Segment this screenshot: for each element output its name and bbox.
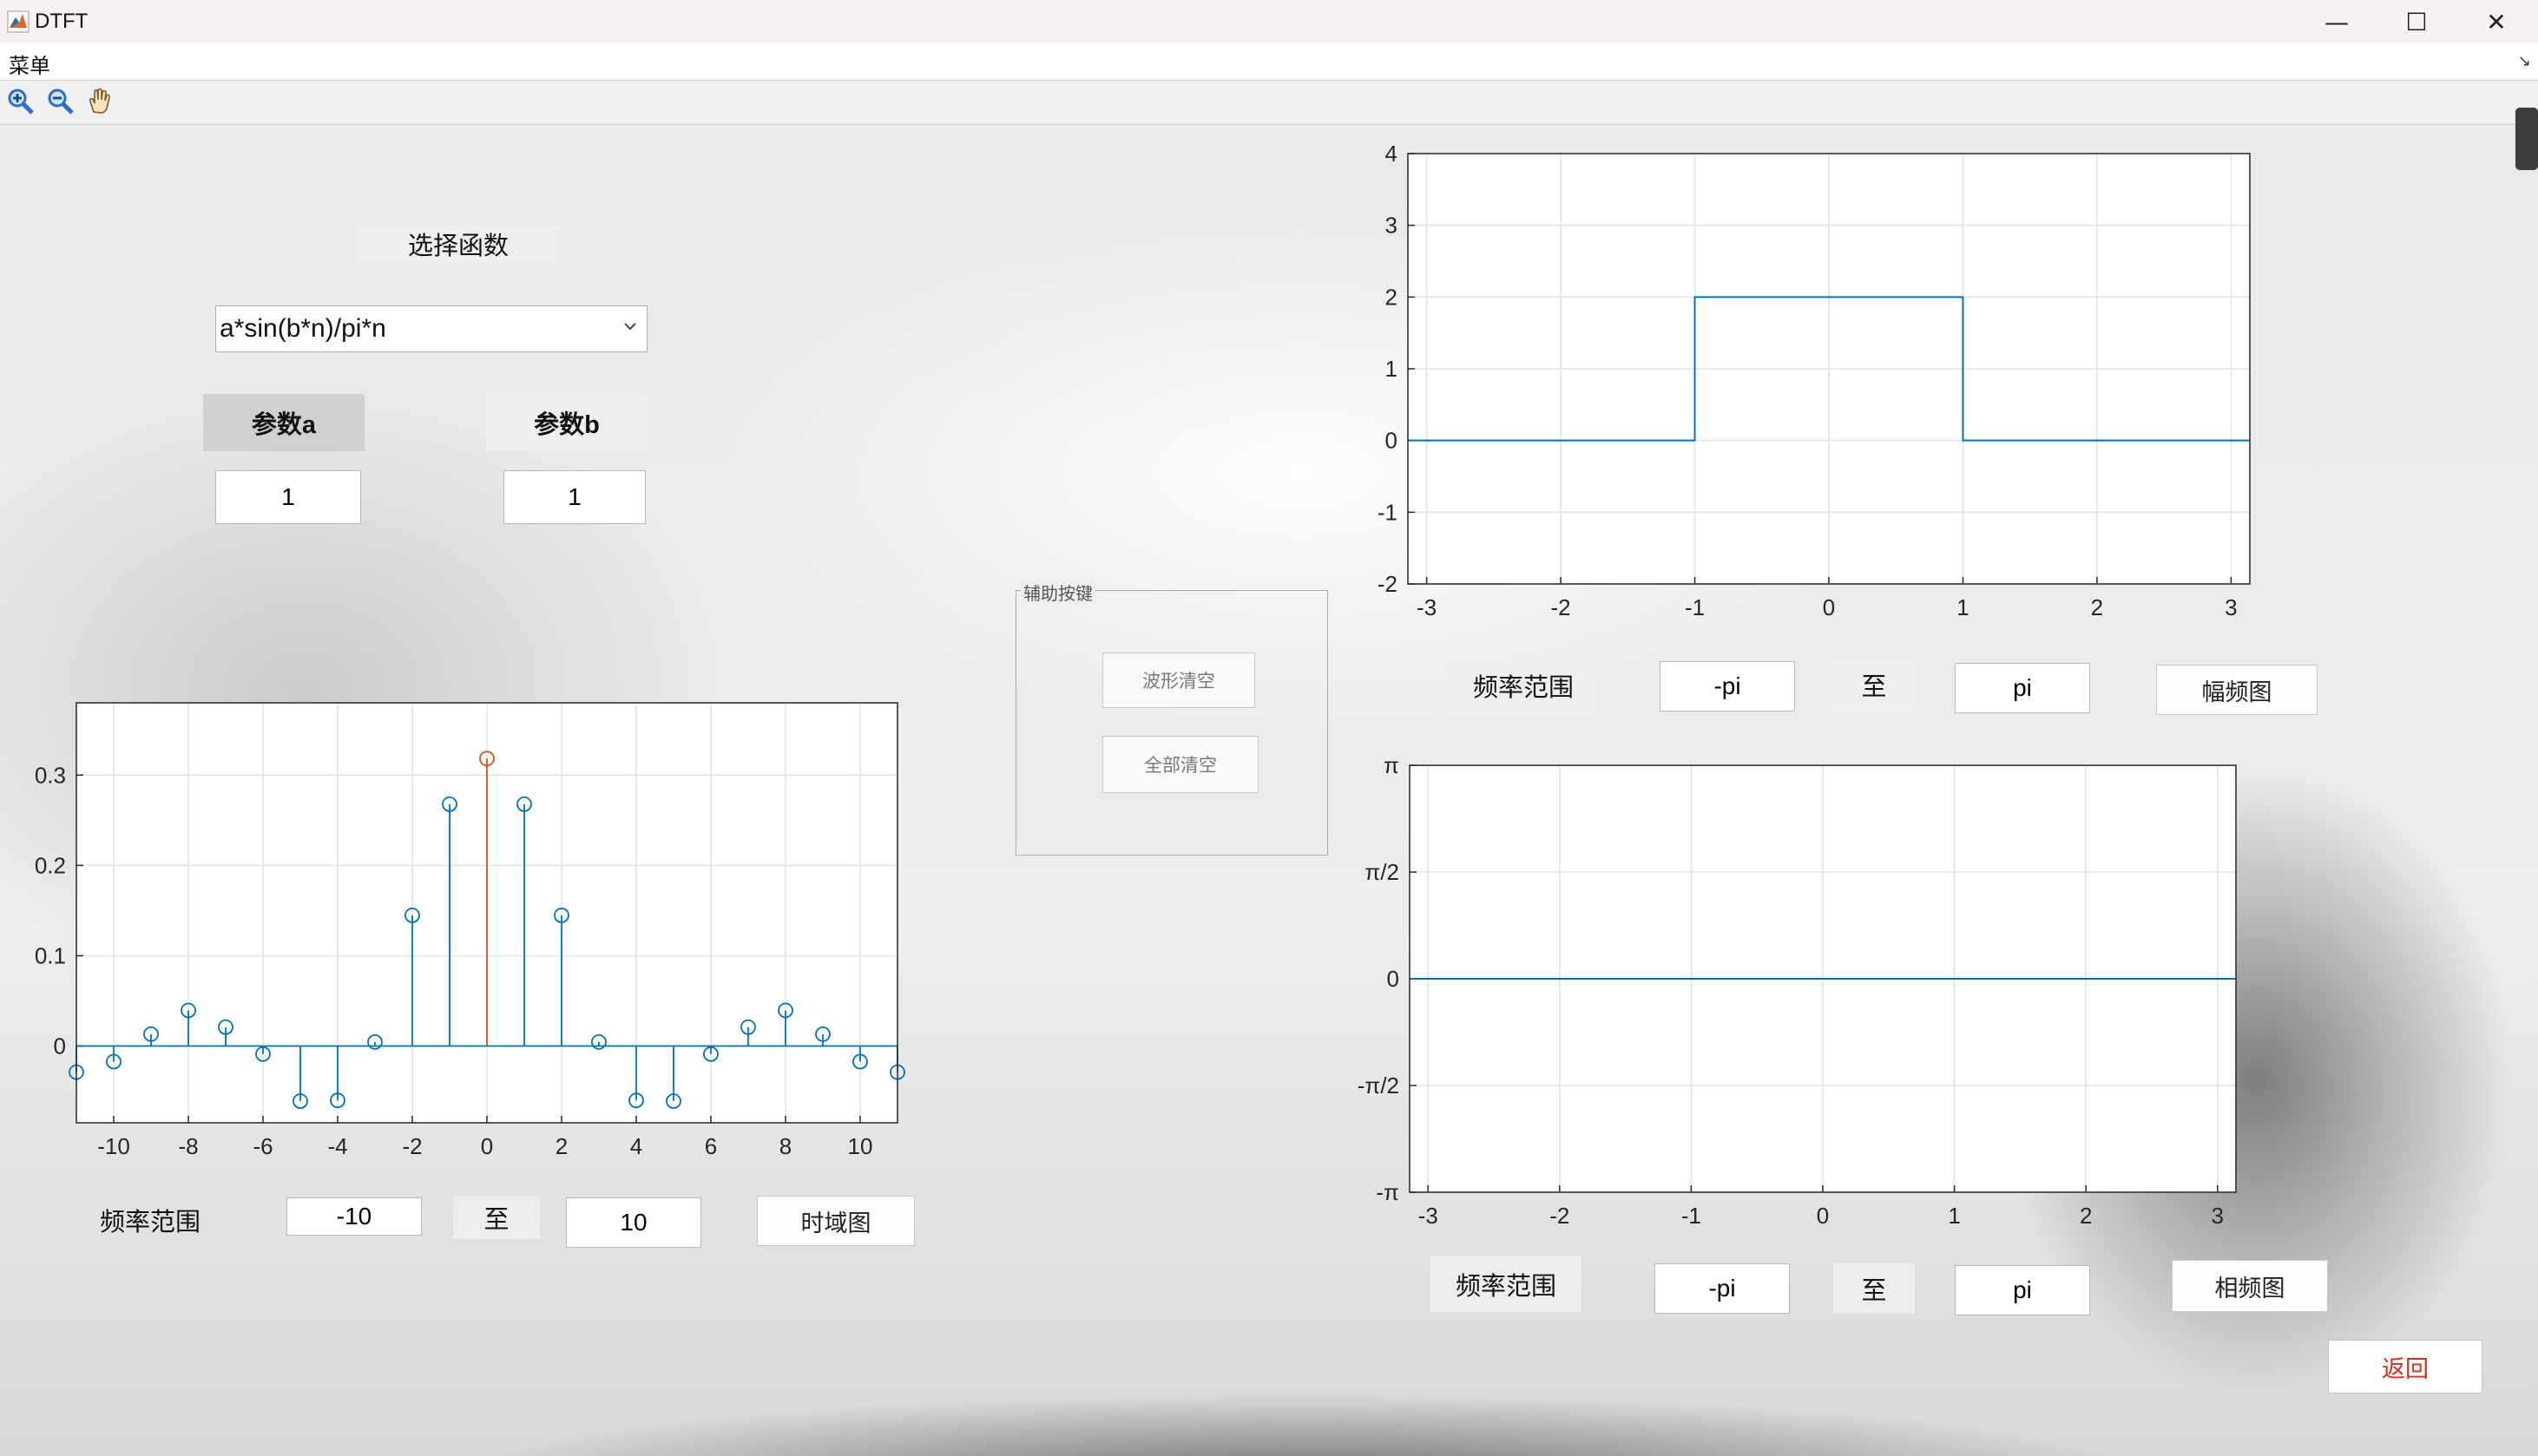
y-tick-label: -2	[1377, 571, 1397, 597]
x-tick-label: 0	[481, 1133, 493, 1159]
clear-waveform-button[interactable]: 波形清空	[1102, 653, 1255, 708]
function-dropdown-value: a*sin(b*n)/pi*n	[220, 314, 386, 343]
y-tick-label: 3	[1385, 213, 1397, 239]
y-tick-label: 2	[1385, 284, 1397, 310]
x-tick-label: -4	[327, 1133, 347, 1159]
phase-plot-button[interactable]: 相频图	[2172, 1260, 2328, 1312]
minimize-button[interactable]: —	[2297, 0, 2377, 43]
y-tick-label: 0	[54, 1033, 66, 1059]
close-button[interactable]: ✕	[2456, 0, 2536, 43]
time-range-label: 频率范围	[99, 1207, 201, 1236]
mag-range-to-input[interactable]: pi	[1955, 663, 2090, 713]
time-domain-stem-chart[interactable]: -10 -8 -6 -4 -2 0 2 4 6 8 10 0 0.1 0.2 0.3	[0, 685, 920, 1171]
undock-icon[interactable]: ↘	[2518, 52, 2531, 70]
y-tick-label: -1	[1377, 499, 1397, 525]
x-tick-label: 6	[705, 1133, 717, 1159]
x-tick-label: -1	[1681, 1203, 1701, 1229]
y-tick-label: 0.3	[35, 762, 66, 788]
y-tick-label: -π	[1376, 1179, 1399, 1205]
x-tick-label: -2	[1551, 594, 1571, 620]
y-tick-label: 4	[1385, 141, 1397, 167]
window-title: DTFT	[35, 10, 89, 33]
back-button[interactable]: 返回	[2328, 1340, 2482, 1394]
mag-range-from-input[interactable]: -pi	[1660, 661, 1795, 712]
minimize-icon: —	[2324, 7, 2349, 36]
x-tick-label: 0	[1817, 1203, 1829, 1229]
y-tick-label: 0.1	[35, 942, 66, 968]
phase-range-to-label: 至	[1833, 1263, 1915, 1314]
zoom-out-icon[interactable]	[45, 86, 76, 117]
y-tick-label: 0.2	[35, 852, 66, 878]
helper-panel-title: 辅助按键	[1021, 580, 1095, 605]
mag-range-to-label: 至	[1833, 658, 1915, 712]
phase-range-from-input[interactable]: -pi	[1654, 1263, 1790, 1314]
x-tick-label: -6	[253, 1133, 273, 1159]
x-tick-label: 1	[1948, 1203, 1960, 1229]
phase-range-label: 频率范围	[1430, 1256, 1581, 1312]
zoom-in-icon[interactable]	[5, 86, 36, 117]
x-tick-label: 2	[556, 1133, 568, 1159]
x-tick-label: -1	[1685, 594, 1705, 620]
time-domain-button[interactable]: 时域图	[757, 1196, 915, 1246]
x-tick-label: -8	[178, 1133, 198, 1159]
y-tick-label: 0	[1385, 428, 1397, 454]
matlab-icon	[7, 10, 30, 33]
scrollbar-thumb[interactable]	[2515, 108, 2538, 170]
select-function-label: 选择函数	[358, 226, 559, 262]
x-tick-label: 4	[630, 1133, 642, 1159]
toolbar	[0, 81, 2538, 125]
x-tick-label: -3	[1418, 1203, 1438, 1229]
x-tick-label: 10	[848, 1133, 873, 1159]
param-a-input[interactable]: 1	[215, 470, 361, 524]
y-tick-label: π/2	[1364, 859, 1399, 885]
time-range-to-label: 至	[453, 1196, 540, 1239]
mag-range-label: 频率范围	[1448, 658, 1599, 713]
clear-all-button[interactable]: 全部清空	[1102, 736, 1259, 793]
magnitude-spectrum-chart[interactable]: -3 -2 -1 0 1 2 3 -2 -1 0 1 2 3 4	[1337, 134, 2274, 638]
y-tick-label: π	[1384, 752, 1399, 778]
x-tick-label: 3	[2225, 594, 2237, 620]
x-tick-label: 2	[2091, 594, 2103, 620]
phase-spectrum-chart[interactable]: -3 -2 -1 0 1 2 3 -π -π/2 0 π/2 π	[1337, 746, 2274, 1241]
x-tick-label: -2	[1549, 1203, 1569, 1229]
phase-range-to-input[interactable]: pi	[1955, 1265, 2090, 1315]
x-tick-label: -2	[402, 1133, 422, 1159]
x-tick-label: 2	[2080, 1203, 2092, 1229]
maximize-button[interactable]: ☐	[2377, 0, 2456, 43]
close-icon: ✕	[2486, 7, 2507, 36]
param-a-label: 参数a	[203, 394, 365, 451]
title-bar: DTFT — ☐ ✕	[0, 0, 2538, 44]
x-tick-label: 8	[779, 1133, 792, 1159]
x-tick-label: -3	[1417, 594, 1437, 620]
time-range-from-input[interactable]: -10	[286, 1197, 422, 1236]
menu-item-main[interactable]: 菜单	[9, 49, 50, 79]
menu-bar: 菜单 ↘	[0, 43, 2538, 81]
x-tick-label: -10	[97, 1133, 130, 1159]
y-tick-label: 0	[1387, 966, 1399, 992]
function-dropdown[interactable]: a*sin(b*n)/pi*n	[215, 305, 648, 352]
x-tick-label: 0	[1823, 594, 1835, 620]
x-tick-label: 3	[2212, 1203, 2224, 1229]
param-b-label: 参数b	[486, 394, 648, 451]
param-b-input[interactable]: 1	[503, 470, 646, 524]
maximize-icon: ☐	[2405, 7, 2428, 36]
y-tick-label: 1	[1385, 356, 1397, 382]
x-tick-label: 1	[1956, 594, 1969, 620]
y-tick-label: -π/2	[1358, 1072, 1399, 1099]
chevron-down-icon	[624, 323, 636, 331]
pan-hand-icon[interactable]	[85, 86, 116, 117]
helper-panel	[1016, 590, 1328, 856]
time-range-to-input[interactable]: 10	[566, 1197, 701, 1248]
magnitude-plot-button[interactable]: 幅频图	[2156, 665, 2318, 715]
